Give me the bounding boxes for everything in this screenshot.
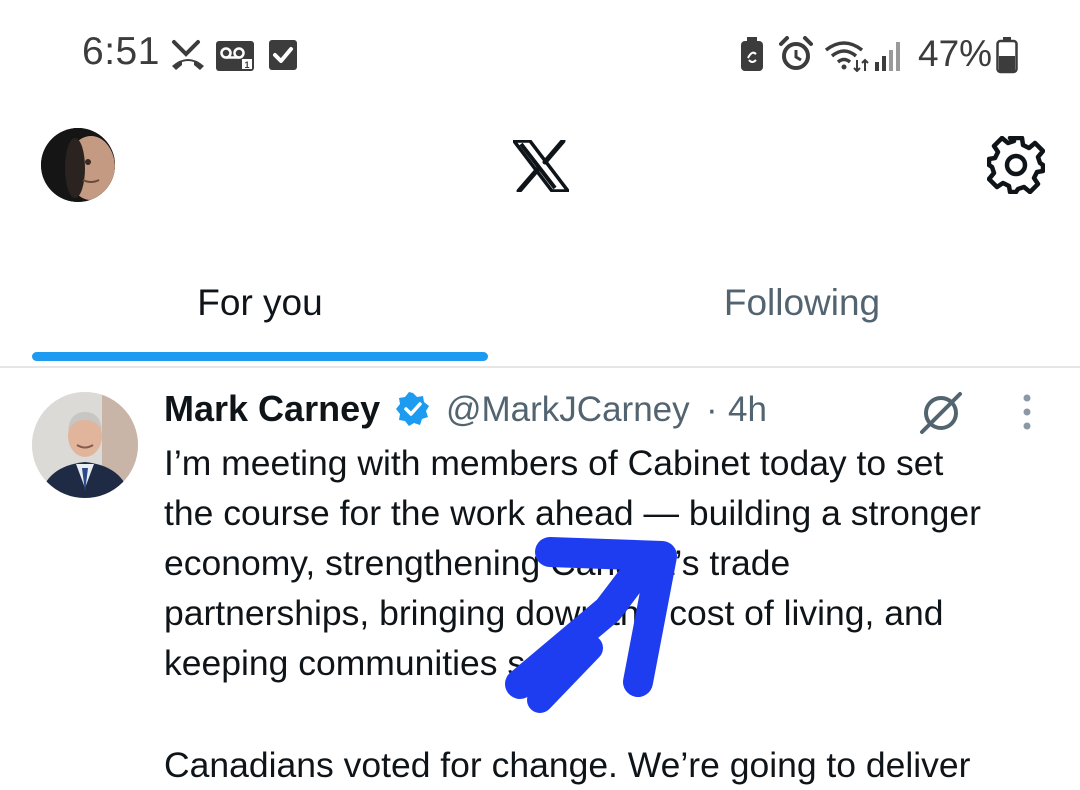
tab-following-label: Following <box>723 282 881 323</box>
voicemail-icon: 1 <box>216 41 254 71</box>
author-avatar[interactable] <box>32 392 138 498</box>
author-avatar-image <box>32 392 138 498</box>
active-tab-indicator <box>32 352 488 361</box>
meta-separator: · <box>706 390 718 429</box>
tab-for-you-label: For you <box>197 282 323 323</box>
status-bar: 6:51 1 47% <box>0 0 1080 110</box>
battery-icon <box>996 37 1018 74</box>
checkbox-icon <box>269 40 297 70</box>
grok-icon[interactable] <box>918 390 964 436</box>
tweet[interactable]: Mark Carney @MarkJCarney · 4h I’m meetin… <box>0 368 1080 785</box>
profile-avatar-image <box>41 128 115 202</box>
svg-text:1: 1 <box>244 60 249 70</box>
verified-badge-icon <box>396 392 429 426</box>
status-time: 6:51 <box>82 30 160 73</box>
more-options-icon[interactable] <box>1010 392 1044 432</box>
tweet-text-continued: Canadians voted for change. We’re going … <box>164 745 971 785</box>
timeline-tabs: For you Following <box>0 250 1080 368</box>
x-logo[interactable] <box>513 140 569 192</box>
gear-icon[interactable] <box>987 136 1045 194</box>
author-handle[interactable]: @MarkJCarney <box>446 390 690 430</box>
wifi-icon <box>824 41 869 72</box>
tab-following[interactable]: Following <box>540 250 1080 362</box>
alarm-icon <box>779 36 813 70</box>
tab-for-you[interactable]: For you <box>0 250 540 362</box>
battery-percent: 47% <box>918 33 993 74</box>
author-name[interactable]: Mark Carney <box>164 388 380 430</box>
battery-saver-icon <box>741 37 763 71</box>
tweet-text: I’m meeting with members of Cabinet toda… <box>164 443 981 683</box>
missed-call-icon <box>172 40 204 70</box>
profile-avatar[interactable] <box>41 128 115 202</box>
signal-icon <box>875 42 900 71</box>
tweet-time[interactable]: 4h <box>728 390 767 430</box>
